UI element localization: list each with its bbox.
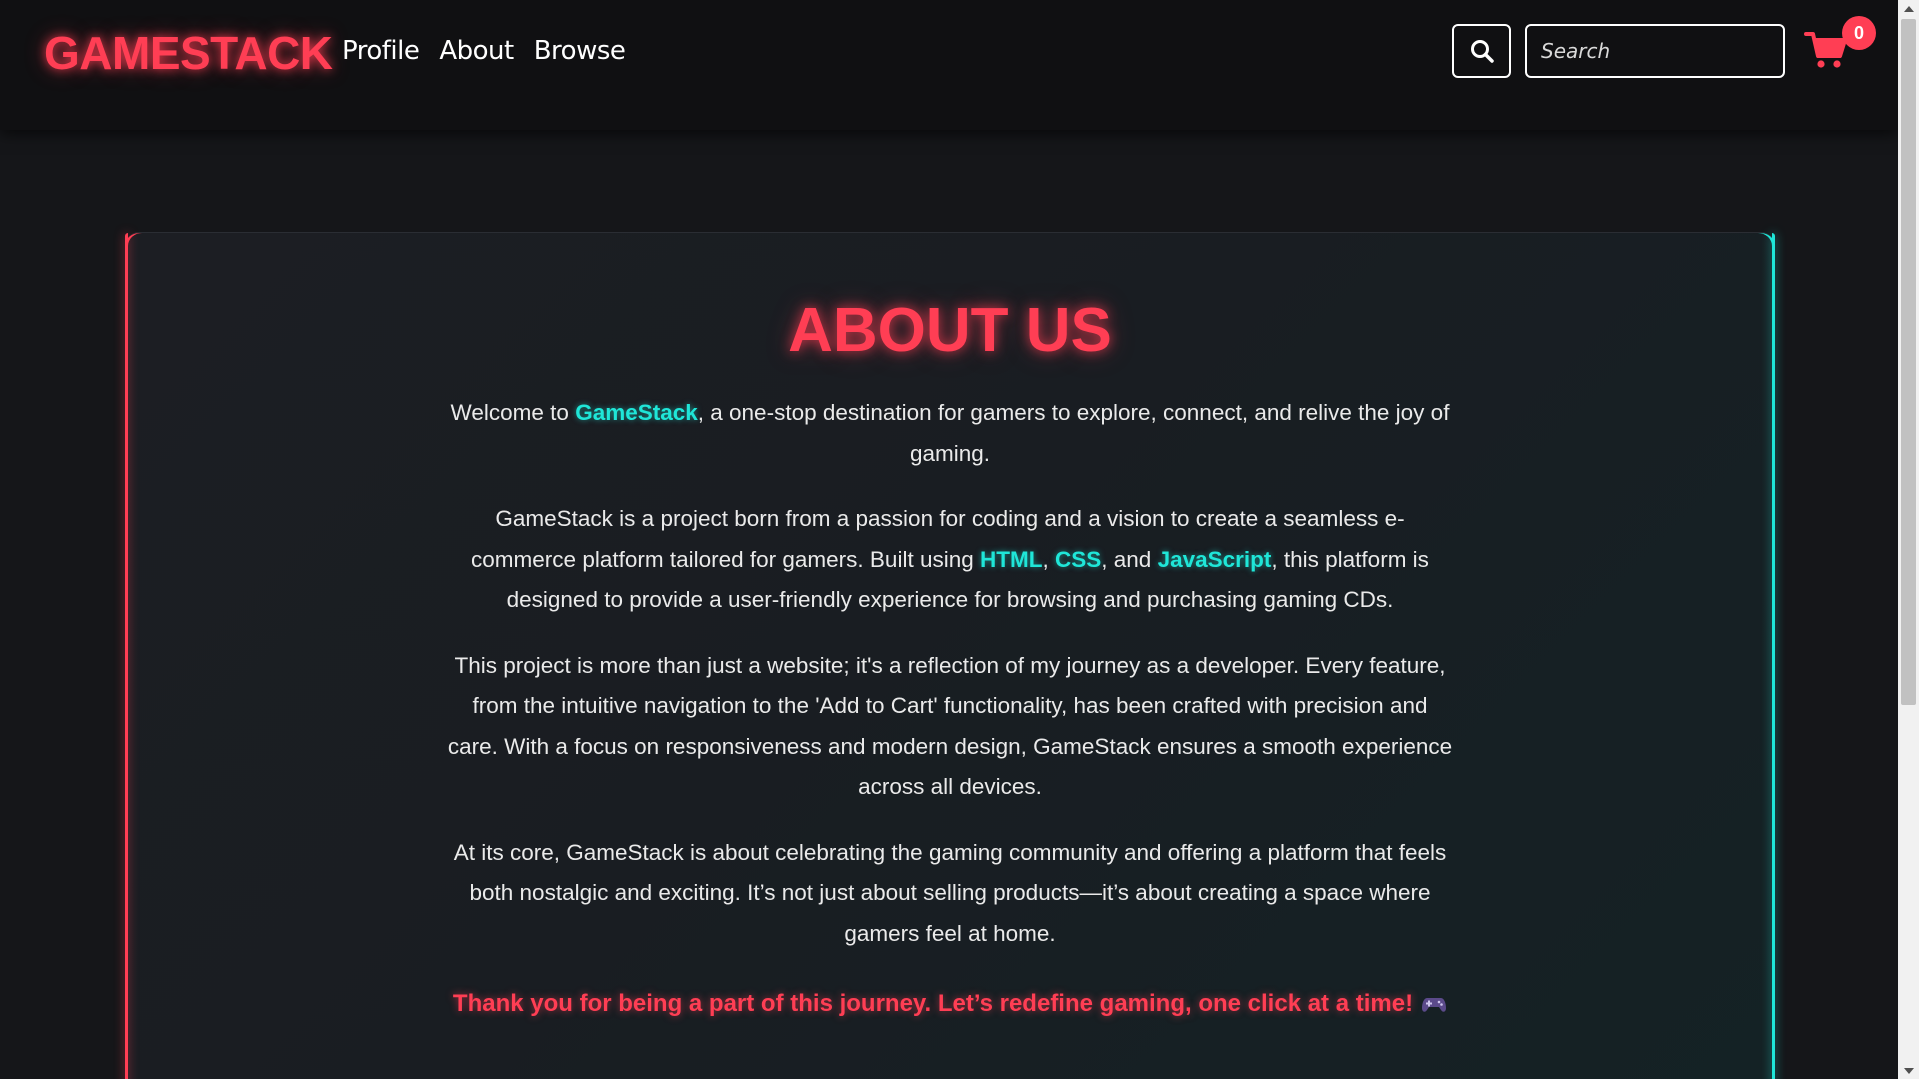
top-navbar: GAMESTACK Profile About Browse 0 <box>0 0 1898 130</box>
about-intro-paragraph: Welcome to GameStack, a one-stop destina… <box>445 393 1455 474</box>
about-card: ABOUT US Welcome to GameStack, a one-sto… <box>125 232 1775 1079</box>
site-logo[interactable]: GAMESTACK <box>44 26 333 80</box>
cart-count-badge: 0 <box>1842 16 1876 50</box>
nav-link-about[interactable]: About <box>439 36 514 66</box>
page-title: ABOUT US <box>788 296 1112 365</box>
main-nav: Profile About Browse <box>342 36 626 66</box>
intro-text-after: , a one-stop destination for gamers to e… <box>697 400 1450 466</box>
scroll-down-arrow-icon[interactable] <box>1898 1062 1919 1079</box>
brand-highlight: GameStack <box>575 400 698 425</box>
search-button[interactable] <box>1452 24 1511 78</box>
tech-separator-2: , and <box>1101 546 1158 572</box>
cart-button[interactable]: 0 <box>1800 16 1876 76</box>
about-tech-paragraph: GameStack is a project born from a passi… <box>445 499 1455 621</box>
thank-you-text: Thank you for being a part of this journ… <box>452 990 1414 1017</box>
vertical-scrollbar[interactable] <box>1898 0 1919 1079</box>
tech-highlight-javascript: JavaScript <box>1157 546 1272 572</box>
nav-link-browse[interactable]: Browse <box>534 36 626 66</box>
thank-you-message: Thank you for being a part of this journ… <box>445 981 1455 1026</box>
page: GAMESTACK Profile About Browse 0 ABOUT U… <box>0 0 1919 1079</box>
tech-separator-1: , <box>1042 546 1055 572</box>
scroll-up-arrow-icon[interactable] <box>1898 0 1919 17</box>
tech-highlight-html: HTML <box>980 546 1043 572</box>
about-community-paragraph: At its core, GameStack is about celebrat… <box>453 839 1447 946</box>
tech-highlight-css: CSS <box>1055 546 1102 572</box>
search-icon <box>1470 40 1494 63</box>
nav-link-profile[interactable]: Profile <box>342 36 420 66</box>
scrollbar-thumb[interactable] <box>1901 19 1916 705</box>
search-input[interactable] <box>1525 24 1785 78</box>
gamepad-icon <box>1422 997 1447 1012</box>
intro-text-before: Welcome to <box>450 400 576 425</box>
about-journey-paragraph: This project is more than just a website… <box>447 652 1453 800</box>
about-content: Welcome to GameStack, a one-stop destina… <box>125 393 1775 1026</box>
